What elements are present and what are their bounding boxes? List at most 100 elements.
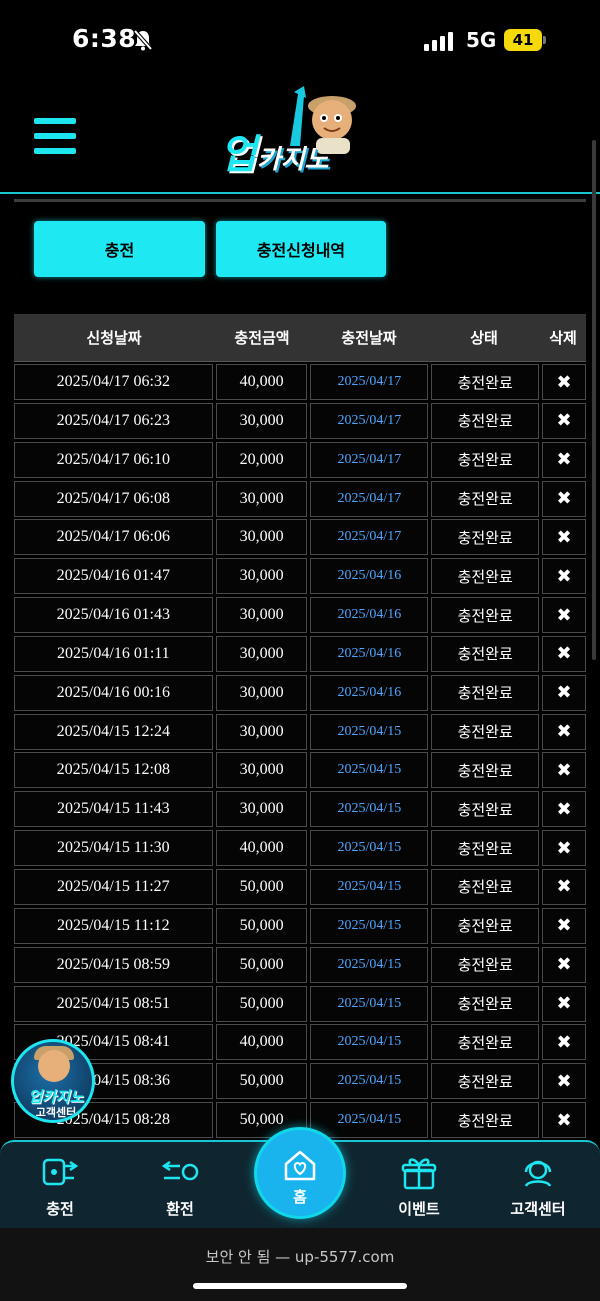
request-date-cell: 2025/04/15 08:59 (14, 946, 213, 983)
mascot-face-icon (38, 1050, 70, 1082)
amount-cell: 40,000 (215, 364, 308, 400)
request-date-cell: 2025/04/16 01:43 (14, 597, 213, 634)
nav-charge-label: 충전 (46, 1200, 74, 1218)
table-row: 2025/04/15 11:43 30,000 2025/04/15 충전완료 ✖ (14, 790, 587, 829)
status-cell: 충전완료 (431, 752, 540, 789)
charge-date-cell[interactable]: 2025/04/17 (310, 480, 429, 517)
table-row: 2025/04/15 12:08 30,000 2025/04/15 충전완료 ✖ (14, 751, 587, 790)
table-row: 2025/04/16 00:16 30,000 2025/04/16 충전완료 ✖ (14, 674, 587, 713)
charge-date-cell[interactable]: 2025/04/15 (310, 752, 429, 789)
nav-support[interactable]: 고객센터 (506, 1142, 570, 1230)
charge-date-cell[interactable]: 2025/04/17 (310, 364, 429, 400)
nav-home-label: 홈 (293, 1188, 307, 1206)
home-indicator[interactable] (193, 1283, 407, 1289)
nav-event[interactable]: 이벤트 (396, 1142, 442, 1230)
cs-floating-button[interactable]: 업카지노 고객센터 (11, 1039, 95, 1123)
charge-date-cell[interactable]: 2025/04/16 (310, 597, 429, 634)
delete-button[interactable]: ✖ (542, 1102, 587, 1139)
tab-charge-history[interactable]: 충전신청내역 (216, 221, 386, 277)
charge-date-cell[interactable]: 2025/04/15 (310, 868, 429, 905)
scrollbar[interactable] (592, 140, 596, 660)
status-cell: 충전완료 (431, 1024, 540, 1061)
charge-date-cell[interactable]: 2025/04/15 (310, 1102, 429, 1139)
charge-date-cell[interactable]: 2025/04/15 (310, 946, 429, 983)
amount-cell: 30,000 (215, 635, 308, 672)
table-row: 2025/04/16 01:11 30,000 2025/04/16 충전완료 ✖ (14, 635, 587, 674)
status-cell: 충전완료 (431, 830, 540, 867)
delete-button[interactable]: ✖ (542, 519, 587, 556)
delete-button[interactable]: ✖ (542, 674, 587, 711)
request-date-cell: 2025/04/15 08:51 (14, 985, 213, 1022)
delete-button[interactable]: ✖ (542, 402, 587, 439)
request-date-cell: 2025/04/15 12:24 (14, 713, 213, 750)
charge-date-cell[interactable]: 2025/04/15 (310, 830, 429, 867)
status-cell: 충전완료 (431, 558, 540, 595)
amount-cell: 50,000 (215, 985, 308, 1022)
delete-button[interactable]: ✖ (542, 907, 587, 944)
status-cell: 충전완료 (431, 868, 540, 905)
header-status: 상태 (470, 329, 498, 347)
amount-cell: 20,000 (215, 441, 308, 478)
network-label: 5G (466, 28, 497, 52)
delete-button[interactable]: ✖ (542, 558, 587, 595)
nav-exchange-label: 환전 (166, 1200, 194, 1218)
tab-charge[interactable]: 충전 (34, 221, 205, 277)
delete-button[interactable]: ✖ (542, 868, 587, 905)
delete-button[interactable]: ✖ (542, 713, 587, 750)
status-cell: 충전완료 (431, 635, 540, 672)
status-cell: 충전완료 (431, 674, 540, 711)
nav-charge[interactable]: 충전 (38, 1142, 82, 1230)
amount-cell: 50,000 (215, 1063, 308, 1100)
battery-level: 41 (512, 31, 534, 49)
charge-history-table: 신청날짜 충전금액 충전날짜 상태 삭제 2025/04/17 06:32 40,… (14, 314, 587, 1139)
header: 업카지노 (0, 80, 600, 194)
header-request-date: 신청날짜 (86, 329, 142, 347)
nav-home[interactable]: 홈 (254, 1127, 346, 1219)
charge-date-cell[interactable]: 2025/04/16 (310, 674, 429, 711)
amount-cell: 30,000 (215, 480, 308, 517)
bell-muted-icon (133, 29, 153, 51)
delete-button[interactable]: ✖ (542, 985, 587, 1022)
request-date-cell: 2025/04/15 11:43 (14, 791, 213, 828)
table-row: 2025/04/15 08:59 50,000 2025/04/15 충전완료 ✖ (14, 946, 587, 985)
delete-button[interactable]: ✖ (542, 791, 587, 828)
logo-main: 업 (220, 132, 257, 178)
charge-date-cell[interactable]: 2025/04/17 (310, 402, 429, 439)
delete-button[interactable]: ✖ (542, 1024, 587, 1061)
browser-url-bar[interactable]: 보안 안 됨 — up-5577.com (0, 1228, 600, 1301)
charge-date-cell[interactable]: 2025/04/17 (310, 441, 429, 478)
charge-date-cell[interactable]: 2025/04/15 (310, 791, 429, 828)
delete-button[interactable]: ✖ (542, 635, 587, 672)
delete-button[interactable]: ✖ (542, 364, 587, 400)
request-date-cell: 2025/04/17 06:10 (14, 441, 213, 478)
delete-button[interactable]: ✖ (542, 597, 587, 634)
status-cell: 충전완료 (431, 1102, 540, 1139)
table-row: 2025/04/15 08:51 50,000 2025/04/15 충전완료 ✖ (14, 985, 587, 1024)
delete-button[interactable]: ✖ (542, 480, 587, 517)
charge-date-cell[interactable]: 2025/04/15 (310, 985, 429, 1022)
header-delete: 삭제 (549, 329, 577, 347)
status-cell: 충전완료 (431, 480, 540, 517)
request-date-cell: 2025/04/16 01:11 (14, 635, 213, 672)
charge-date-cell[interactable]: 2025/04/16 (310, 558, 429, 595)
nav-exchange[interactable]: 환전 (158, 1142, 202, 1230)
charge-date-cell[interactable]: 2025/04/17 (310, 519, 429, 556)
charge-date-cell[interactable]: 2025/04/16 (310, 635, 429, 672)
delete-button[interactable]: ✖ (542, 830, 587, 867)
charge-date-cell[interactable]: 2025/04/15 (310, 907, 429, 944)
amount-cell: 50,000 (215, 907, 308, 944)
status-time: 6:38 (72, 24, 137, 53)
delete-button[interactable]: ✖ (542, 752, 587, 789)
table-row: 2025/04/17 06:06 30,000 2025/04/17 충전완료 ✖ (14, 518, 587, 557)
charge-date-cell[interactable]: 2025/04/15 (310, 1063, 429, 1100)
request-date-cell: 2025/04/17 06:06 (14, 519, 213, 556)
nav-event-label: 이벤트 (398, 1200, 440, 1218)
charge-date-cell[interactable]: 2025/04/15 (310, 1024, 429, 1061)
delete-button[interactable]: ✖ (542, 946, 587, 983)
menu-button[interactable] (34, 118, 78, 156)
delete-button[interactable]: ✖ (542, 441, 587, 478)
delete-button[interactable]: ✖ (542, 1063, 587, 1100)
site-logo[interactable]: 업카지노 (220, 84, 382, 186)
charge-date-cell[interactable]: 2025/04/15 (310, 713, 429, 750)
status-bar: 6:38 5G 41 (0, 0, 600, 80)
